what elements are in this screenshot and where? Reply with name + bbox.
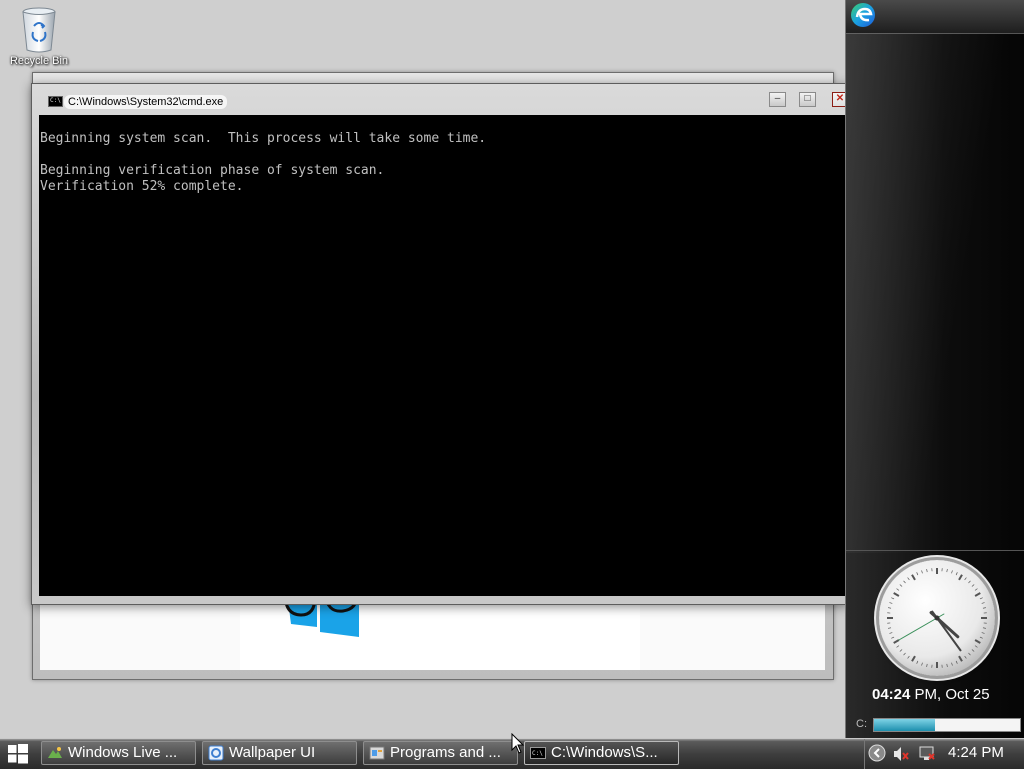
drive-usage-fill — [874, 719, 935, 731]
clock-minute-tick — [891, 637, 894, 638]
console-line: Beginning system scan. This process will… — [40, 131, 486, 147]
clock-minute-tick — [908, 578, 910, 580]
clock-minute-tick — [952, 570, 953, 573]
clock-minute-tick — [952, 663, 953, 666]
clock-minute-tick — [968, 581, 970, 583]
start-button[interactable] — [0, 739, 36, 769]
sidebar-clock-date: PM, Oct 25 — [910, 686, 989, 703]
windows-live-icon — [47, 745, 63, 761]
taskbar-button-programs[interactable]: Programs and ... — [363, 741, 518, 765]
clock-minute-tick — [975, 646, 977, 648]
clock-minute-tick — [983, 608, 986, 609]
clock-minute-tick — [956, 572, 957, 575]
clock-minute-tick — [927, 664, 928, 667]
maximize-button[interactable]: □ — [799, 92, 816, 107]
clock-minute-tick — [897, 646, 899, 648]
drive-usage-meter[interactable] — [873, 718, 1021, 732]
cmd-titlebar[interactable]: C:\Windows\System32\cmd.exe – □ ✕ — [32, 84, 847, 115]
clock-minute-tick — [889, 633, 892, 634]
network-icon[interactable] — [917, 744, 937, 764]
sidebar-divider — [846, 550, 1024, 551]
clock-hour-tick — [894, 640, 899, 643]
clock-minute-tick — [947, 569, 948, 572]
clock-minute-tick — [922, 663, 923, 666]
clock-minute-tick — [900, 585, 902, 587]
clock-minute-tick — [904, 581, 906, 583]
sidebar-gloss — [846, 33, 1024, 553]
system-tray: 4:24 PM — [864, 739, 1024, 769]
sidebar-header — [846, 0, 1024, 34]
cmd-icon — [48, 96, 63, 107]
volume-muted-icon[interactable] — [892, 744, 912, 764]
taskbar-button-label: Windows Live ... — [68, 744, 177, 761]
clock-minute-tick — [947, 664, 948, 667]
cmd-window-title: C:\Windows\System32\cmd.exe — [64, 95, 227, 109]
clock-minute-tick — [900, 649, 902, 651]
clock-gadget[interactable] — [879, 560, 995, 676]
show-hidden-icons-icon[interactable] — [867, 743, 887, 763]
recycle-bin-label: Recycle Bin — [6, 55, 72, 67]
clock-minute-tick — [982, 603, 985, 604]
clock-minute-tick — [908, 656, 910, 658]
cmd-icon: C:\ — [530, 745, 546, 761]
clock-hour-tick — [975, 593, 980, 596]
clock-minute-tick — [980, 598, 983, 599]
taskbar-button-wallpaper-ui[interactable]: Wallpaper UI — [202, 741, 357, 765]
minimize-button[interactable]: – — [769, 92, 786, 107]
clock-center-pin — [935, 616, 940, 621]
clock-minute-tick — [917, 661, 918, 664]
clock-minute-tick — [972, 585, 974, 587]
clock-hour-tick — [975, 640, 980, 643]
taskbar-clock[interactable]: 4:24 PM — [948, 744, 1004, 761]
wallpaper-ui-icon — [208, 745, 224, 761]
clock-minute-tick — [983, 628, 986, 629]
console-line: Beginning verification phase of system s… — [40, 163, 384, 179]
clock-minute-tick — [980, 637, 983, 638]
svg-text:C:\: C:\ — [532, 750, 543, 757]
clock-hour-tick — [959, 656, 962, 661]
clock-minute-tick — [922, 570, 923, 573]
clock-minute-tick — [891, 598, 894, 599]
edge-icon[interactable] — [850, 2, 876, 28]
clock-minute-tick — [904, 653, 906, 655]
programs-icon — [369, 745, 385, 761]
mouse-cursor-icon — [511, 733, 525, 755]
console-line: Verification 52% complete. — [40, 179, 244, 195]
drive-label: C: — [856, 718, 867, 730]
clock-minute-tick — [917, 572, 918, 575]
clock-minute-tick — [897, 589, 899, 591]
clock-minute-tick — [975, 589, 977, 591]
clock-minute-tick — [888, 628, 891, 629]
taskbar-button-label: C:\Windows\S... — [551, 744, 658, 761]
cmd-window[interactable]: C:\Windows\System32\cmd.exe – □ ✕ Beginn… — [31, 83, 848, 605]
clock-minute-tick — [956, 661, 957, 664]
clock-minute-tick — [888, 608, 891, 609]
sidebar: 04:24 PM, Oct 25 C: — [845, 0, 1024, 738]
taskbar-button-label: Wallpaper UI — [229, 744, 315, 761]
recycle-bin-desktop-icon[interactable]: Recycle Bin — [6, 4, 72, 67]
sidebar-clock-text: 04:24 PM, Oct 25 — [872, 686, 990, 703]
clock-minute-tick — [889, 603, 892, 604]
cmd-console[interactable]: Beginning system scan. This process will… — [39, 115, 847, 596]
recycle-bin-icon — [20, 4, 58, 54]
clock-minute-tick — [965, 656, 967, 658]
clock-minute-tick — [965, 578, 967, 580]
clock-hour-tick — [912, 575, 915, 580]
taskbar-button-cmd[interactable]: C:\ C:\Windows\S... — [524, 741, 679, 765]
clock-hour-tick — [959, 575, 962, 580]
taskbar-button-label: Programs and ... — [390, 744, 501, 761]
taskbar-button-windows-live[interactable]: Windows Live ... — [41, 741, 196, 765]
clock-minute-tick — [927, 569, 928, 572]
clock-hour-tick — [894, 593, 899, 596]
windows-start-icon — [8, 744, 28, 764]
clock-minute-tick — [968, 653, 970, 655]
clock-minute-tick — [972, 649, 974, 651]
sidebar-clock-time: 04:24 — [872, 686, 910, 703]
clock-hour-tick — [912, 656, 915, 661]
clock-minute-tick — [982, 633, 985, 634]
clock-face-icon — [879, 560, 995, 676]
